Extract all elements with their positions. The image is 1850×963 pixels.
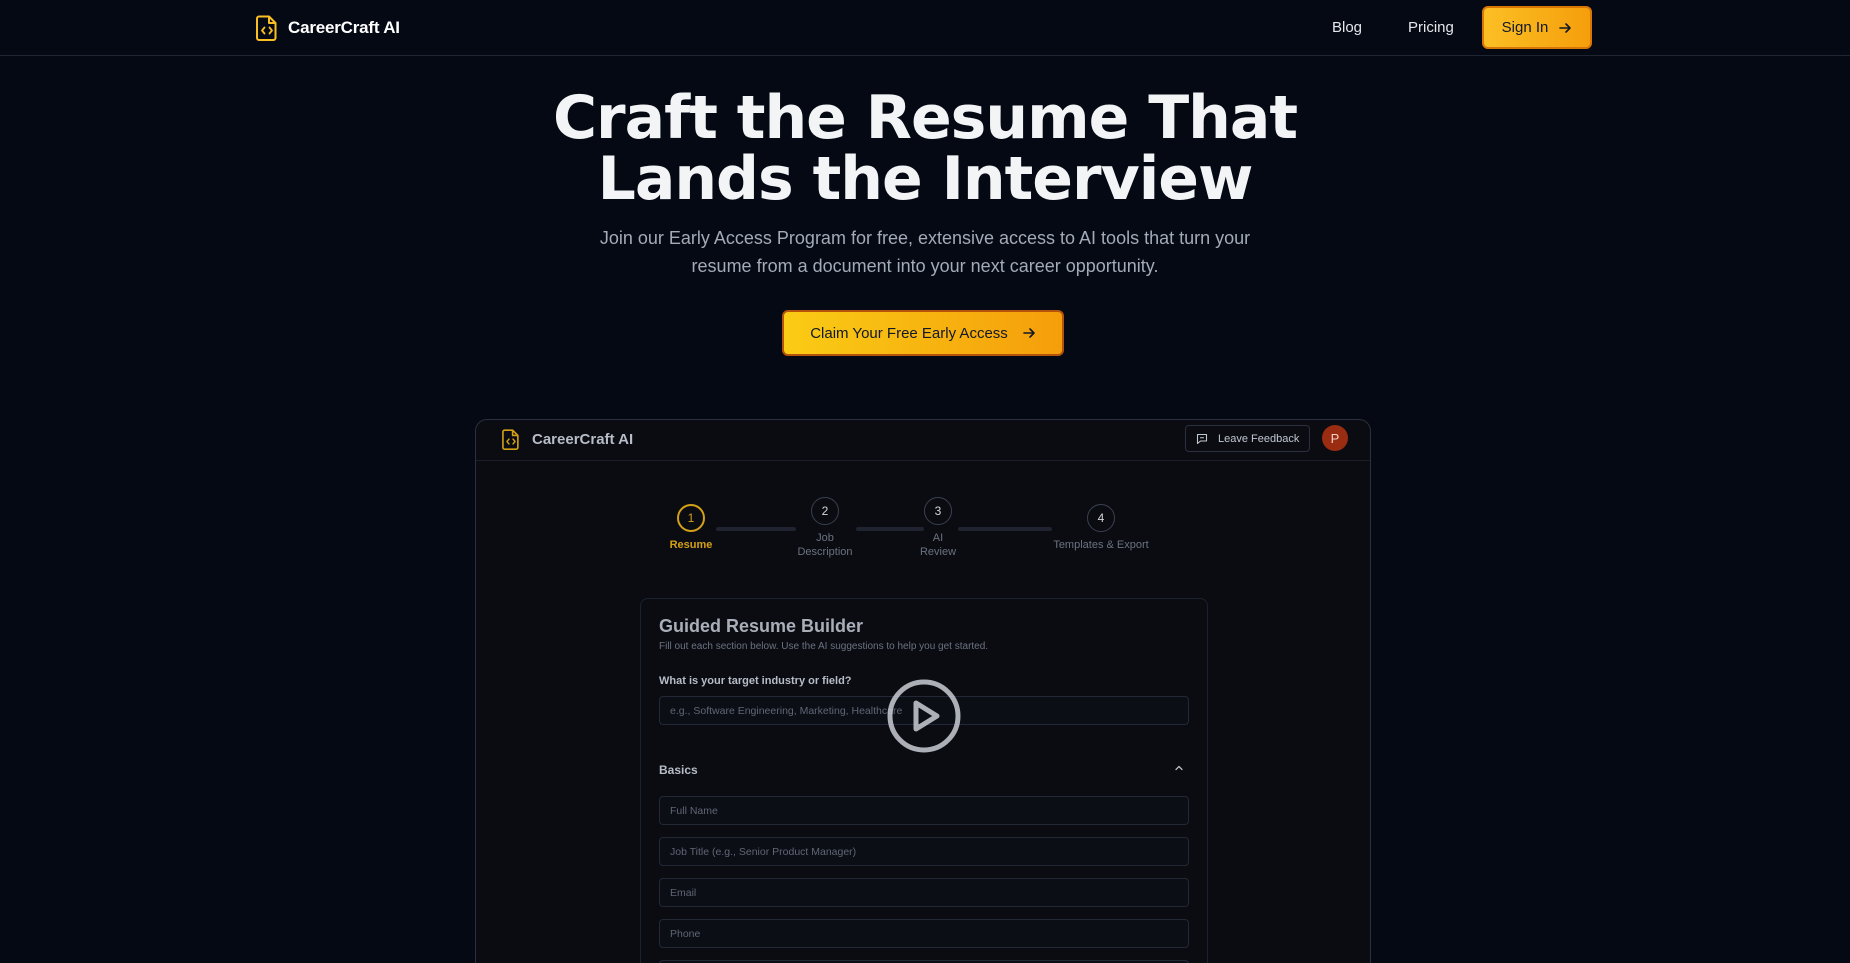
top-navigation: CareerCraft AI Blog Pricing Sign In [0, 0, 1850, 56]
phone-field[interactable]: Phone [659, 919, 1189, 948]
step-job-description[interactable]: 2 Job Description [790, 497, 860, 559]
brand-name: CareerCraft AI [288, 18, 400, 37]
avatar[interactable]: P [1322, 425, 1348, 451]
arrow-right-icon [1022, 328, 1035, 338]
industry-label: What is your target industry or field? [659, 675, 852, 687]
job-title-field[interactable]: Job Title (e.g., Senior Product Manager) [659, 837, 1189, 866]
hero-title: Craft the Resume That Lands the Intervie… [0, 88, 1850, 210]
guided-resume-builder: Guided Resume Builder Fill out each sect… [640, 598, 1208, 963]
nav-link-blog[interactable]: Blog [1332, 19, 1362, 36]
file-code-icon [256, 15, 277, 41]
step-label: AI Review [913, 531, 963, 559]
step-connector [716, 527, 796, 531]
builder-subtitle: Fill out each section below. Use the AI … [659, 641, 989, 652]
step-label-line: Job [816, 532, 834, 544]
hero-title-line-1: Craft the Resume That [553, 83, 1298, 153]
play-circle-icon[interactable] [886, 678, 962, 754]
leave-feedback-button[interactable]: Leave Feedback [1185, 425, 1310, 452]
step-number: 1 [677, 504, 705, 532]
claim-early-access-button[interactable]: Claim Your Free Early Access [782, 310, 1064, 356]
step-resume[interactable]: 1 Resume [666, 504, 716, 552]
preview-brand-name: CareerCraft AI [532, 431, 634, 448]
step-label-line: Review [919, 546, 957, 558]
sign-in-button[interactable]: Sign In [1482, 6, 1592, 49]
chevron-up-icon[interactable] [1173, 762, 1185, 774]
app-preview-video[interactable]: CareerCraft AI Leave Feedback P 1 Resume… [475, 419, 1371, 963]
message-square-icon [1196, 433, 1208, 444]
basics-section-title: Basics [659, 763, 698, 777]
arrow-right-icon [1559, 22, 1572, 33]
hero-subtitle: Join our Early Access Program for free, … [575, 224, 1275, 280]
step-label: Templates & Export [1053, 539, 1149, 551]
cta-label: Claim Your Free Early Access [810, 324, 1008, 342]
leave-feedback-label: Leave Feedback [1218, 432, 1300, 445]
step-label: Job Description [790, 531, 860, 559]
step-label-line: AI [932, 532, 944, 544]
builder-title: Guided Resume Builder [659, 616, 864, 636]
step-templates-export[interactable]: 4 Templates & Export [1046, 504, 1156, 552]
step-label-line: Description [797, 546, 853, 558]
hero-subtitle-line-2: resume from a document into your next ca… [691, 256, 1159, 276]
preview-header: CareerCraft AI Leave Feedback P [476, 420, 1370, 461]
email-field[interactable]: Email [659, 878, 1189, 907]
step-number: 4 [1087, 504, 1115, 532]
full-name-field[interactable]: Full Name [659, 796, 1189, 825]
hero-subtitle-line-1: Join our Early Access Program for free, … [599, 228, 1251, 248]
hero-title-line-2: Lands the Interview [597, 144, 1254, 214]
brand-logo-link[interactable]: CareerCraft AI [256, 15, 400, 41]
step-connector [958, 527, 1052, 531]
step-ai-review[interactable]: 3 AI Review [913, 497, 963, 559]
file-code-icon [502, 429, 519, 450]
step-number: 3 [924, 497, 952, 525]
sign-in-label: Sign In [1501, 19, 1549, 36]
step-number: 2 [811, 497, 839, 525]
step-label: Resume [669, 539, 713, 551]
preview-brand: CareerCraft AI [502, 429, 633, 450]
nav-link-pricing[interactable]: Pricing [1408, 19, 1454, 36]
